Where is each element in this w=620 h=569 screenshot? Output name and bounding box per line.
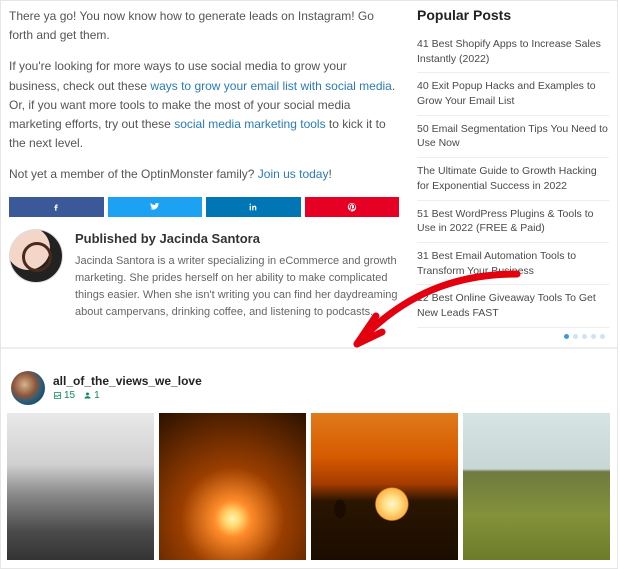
sidebar-heading: Popular Posts: [417, 7, 609, 23]
share-linkedin-button[interactable]: [206, 197, 301, 217]
share-facebook-button[interactable]: [9, 197, 104, 217]
popular-post-link[interactable]: 12 Best Online Giveaway Tools To Get New…: [417, 285, 609, 327]
popular-post-link[interactable]: 40 Exit Popup Hacks and Examples to Grow…: [417, 73, 609, 115]
instagram-tile[interactable]: [463, 413, 610, 560]
link-marketing-tools[interactable]: social media marketing tools: [174, 117, 325, 131]
facebook-icon: [51, 202, 61, 212]
author-box: Published by Jacinda Santora Jacinda San…: [9, 229, 399, 322]
sidebar: Popular Posts 41 Best Shopify Apps to In…: [409, 7, 609, 339]
author-avatar: [9, 229, 63, 283]
paragraph: If you're looking for more ways to use s…: [9, 57, 399, 153]
instagram-avatar[interactable]: [11, 371, 45, 405]
paragraph: There ya go! You now know how to generat…: [9, 7, 399, 45]
article-body: There ya go! You now know how to generat…: [9, 7, 409, 339]
follower-count-icon: [83, 391, 92, 400]
instagram-tile[interactable]: [159, 413, 306, 560]
link-email-list[interactable]: ways to grow your email list with social…: [150, 79, 391, 93]
author-bio: Jacinda Santora is a writer specializing…: [75, 253, 399, 321]
popular-post-link[interactable]: 41 Best Shopify Apps to Increase Sales I…: [417, 31, 609, 73]
instagram-username[interactable]: all_of_the_views_we_love: [53, 374, 202, 388]
paragraph: Not yet a member of the OptinMonster fam…: [9, 165, 399, 184]
linkedin-icon: [248, 202, 258, 212]
image-count-icon: [53, 391, 62, 400]
instagram-tile[interactable]: [311, 413, 458, 560]
popular-post-link[interactable]: 31 Best Email Automation Tools to Transf…: [417, 243, 609, 285]
carousel-dots: [417, 328, 609, 339]
popular-post-link[interactable]: 51 Best WordPress Plugins & Tools to Use…: [417, 201, 609, 243]
instagram-stats: 15 1: [53, 390, 202, 401]
instagram-widget: all_of_the_views_we_love 15 1: [1, 359, 617, 568]
author-heading: Published by Jacinda Santora: [75, 229, 399, 250]
pinterest-icon: [347, 202, 357, 212]
share-twitter-button[interactable]: [108, 197, 203, 217]
carousel-dot[interactable]: [573, 334, 578, 339]
carousel-dot[interactable]: [582, 334, 587, 339]
share-pinterest-button[interactable]: [305, 197, 400, 217]
share-row: [9, 197, 399, 217]
link-join-today[interactable]: Join us today: [258, 167, 329, 181]
popular-post-link[interactable]: 50 Email Segmentation Tips You Need to U…: [417, 116, 609, 158]
instagram-tile[interactable]: [7, 413, 154, 560]
carousel-dot[interactable]: [600, 334, 605, 339]
twitter-icon: [149, 201, 160, 212]
carousel-dot[interactable]: [591, 334, 596, 339]
instagram-gallery: [7, 413, 611, 560]
popular-post-link[interactable]: The Ultimate Guide to Growth Hacking for…: [417, 158, 609, 200]
carousel-dot[interactable]: [564, 334, 569, 339]
